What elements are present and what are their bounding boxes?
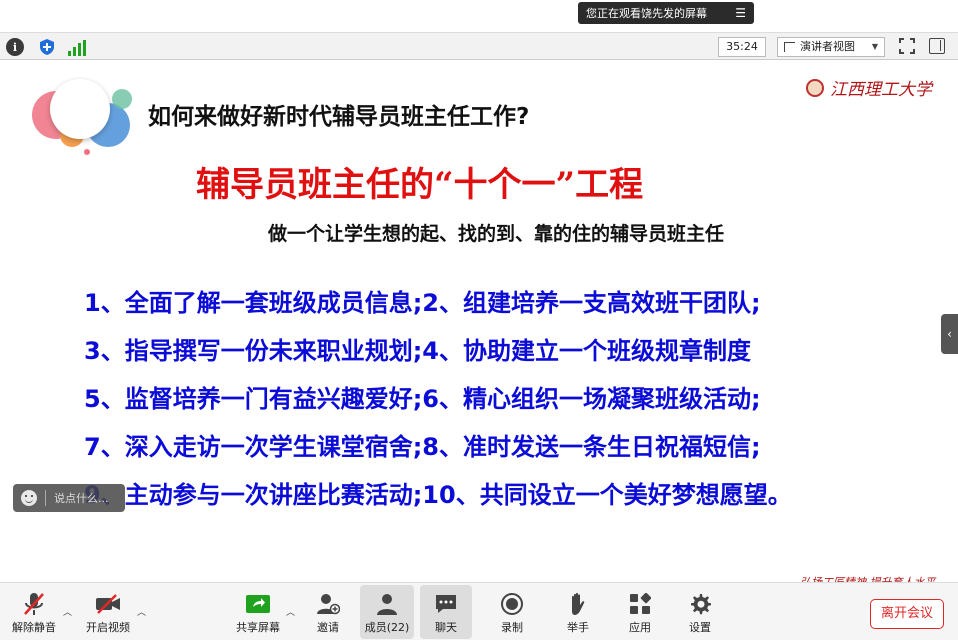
- participants-icon: [377, 594, 397, 615]
- chevron-up-icon[interactable]: ︿: [137, 605, 146, 618]
- chevron-left-icon: ‹: [947, 327, 952, 341]
- apps-grid-icon: [630, 593, 651, 614]
- apps-label: 应用: [629, 621, 651, 634]
- slide-item: 9、主动参与一次讲座比赛活动;: [84, 481, 423, 509]
- quick-chat-placeholder: 说点什么...: [54, 492, 109, 505]
- slide-item: 7、深入走访一次学生课堂宿舍;: [84, 433, 423, 461]
- expand-panel-tab[interactable]: ‹: [941, 314, 958, 354]
- slide-item: 5、监督培养一门有益兴趣爱好;: [84, 385, 423, 413]
- slide-item: 8、准时发送一条生日祝福短信;: [422, 433, 761, 461]
- slide-headline: 辅导员班主任的“十个一”工程: [196, 165, 644, 205]
- video-off-icon: [96, 594, 120, 614]
- top-toolbar: i 35:24 演讲者视图 ▼: [0, 32, 958, 60]
- chevron-up-icon[interactable]: ︿: [286, 605, 295, 618]
- leave-meeting-button[interactable]: 离开会议: [870, 599, 944, 629]
- hand-icon: [572, 592, 585, 615]
- settings-button[interactable]: 设置: [678, 585, 722, 639]
- invite-label: 邀请: [317, 621, 339, 634]
- quick-chat-input[interactable]: 说点什么...: [13, 484, 125, 512]
- slide-item: 6、精心组织一场凝聚班级活动;: [422, 385, 761, 413]
- slide-item-list: 1、全面了解一套班级成员信息; 2、组建培养一支高效班干团队; 3、指导撰写一份…: [84, 283, 934, 523]
- start-video-label: 开启视频: [86, 621, 130, 634]
- add-person-icon: [317, 594, 340, 615]
- settings-label: 设置: [689, 621, 711, 634]
- participants-label: 成员(22): [364, 621, 410, 634]
- chat-divider: [45, 490, 46, 506]
- slide-item: 1、全面了解一套班级成员信息;: [84, 289, 423, 317]
- share-screen-label: 共享屏幕: [236, 621, 280, 634]
- slide-item: 2、组建培养一支高效班干团队;: [422, 289, 761, 317]
- chevron-up-icon[interactable]: ︿: [63, 605, 72, 618]
- shield-icon[interactable]: [38, 38, 56, 56]
- slide-subline: 做一个让学生想的起、找的到、靠的住的辅导员班主任: [268, 223, 725, 245]
- screen-share-banner[interactable]: 您正在观看饶先发的屏幕 ☰: [578, 2, 754, 24]
- record-button[interactable]: 录制: [490, 585, 534, 639]
- share-banner-text: 您正在观看饶先发的屏幕: [586, 7, 707, 20]
- chat-label: 聊天: [435, 621, 457, 634]
- meeting-controls-bar: 解除静音 ︿ 开启视频 ︿ 共享屏幕 ︿ 邀请 成员(22) 聊天 录制 举手 …: [0, 582, 958, 640]
- raise-hand-button[interactable]: 举手: [556, 585, 600, 639]
- meeting-window: 您正在观看饶先发的屏幕 ☰ i 35:24 演讲者视图 ▼ 如何来做好新时代辅导…: [0, 0, 958, 640]
- meeting-timer: 35:24: [718, 37, 766, 57]
- participants-button[interactable]: 成员(22): [360, 585, 414, 639]
- invite-button[interactable]: 邀请: [306, 585, 350, 639]
- slide-item: 3、指导撰写一份未来职业规划;: [84, 337, 423, 365]
- university-name: 江西理工大学: [830, 80, 932, 100]
- chat-button[interactable]: 聊天: [420, 585, 472, 639]
- unmute-label: 解除静音: [12, 621, 56, 634]
- slide-item: 10、共同设立一个美好梦想愿望。: [422, 481, 792, 509]
- start-video-button[interactable]: 开启视频: [80, 585, 136, 639]
- record-icon: [501, 593, 523, 615]
- slide-item: 4、协助建立一个班级规章制度: [422, 337, 751, 365]
- slide-item-row: 5、监督培养一门有益兴趣爱好; 6、精心组织一场凝聚班级活动;: [84, 379, 934, 427]
- share-screen-icon: [246, 595, 270, 613]
- view-mode-label: 演讲者视图: [800, 40, 855, 53]
- raise-hand-label: 举手: [567, 621, 589, 634]
- university-seal-icon: [806, 78, 824, 97]
- speaker-view-icon: [784, 42, 795, 52]
- slide-title: 如何来做好新时代辅导员班主任工作?: [148, 104, 530, 130]
- signal-icon[interactable]: [68, 38, 86, 56]
- university-logo: 江西理工大学: [806, 75, 932, 100]
- slide-item-row: 1、全面了解一套班级成员信息; 2、组建培养一支高效班干团队;: [84, 283, 934, 331]
- fullscreen-icon[interactable]: [899, 38, 915, 54]
- apps-button[interactable]: 应用: [618, 585, 662, 639]
- hamburger-icon[interactable]: ☰: [735, 7, 746, 19]
- muted-mic-icon: [24, 593, 44, 615]
- emoji-icon[interactable]: [21, 490, 37, 506]
- slide-item-row: 9、主动参与一次讲座比赛活动; 10、共同设立一个美好梦想愿望。: [84, 475, 934, 523]
- slide-item-row: 7、深入走访一次学生课堂宿舍; 8、准时发送一条生日祝福短信;: [84, 427, 934, 475]
- side-panel-icon[interactable]: [929, 38, 945, 54]
- shared-slide: 如何来做好新时代辅导员班主任工作? 江西理工大学 辅导员班主任的“十个一”工程 …: [0, 61, 958, 589]
- info-icon[interactable]: i: [6, 38, 24, 56]
- slide-item-row: 3、指导撰写一份未来职业规划; 4、协助建立一个班级规章制度: [84, 331, 934, 379]
- unmute-button[interactable]: 解除静音: [6, 585, 62, 639]
- share-screen-button[interactable]: 共享屏幕: [230, 585, 286, 639]
- chat-icon: [436, 595, 456, 613]
- record-label: 录制: [501, 621, 523, 634]
- gear-icon: [691, 594, 711, 615]
- view-mode-select[interactable]: 演讲者视图 ▼: [777, 37, 885, 57]
- decorative-bubbles-logo: [0, 61, 140, 171]
- chevron-down-icon: ▼: [871, 42, 878, 51]
